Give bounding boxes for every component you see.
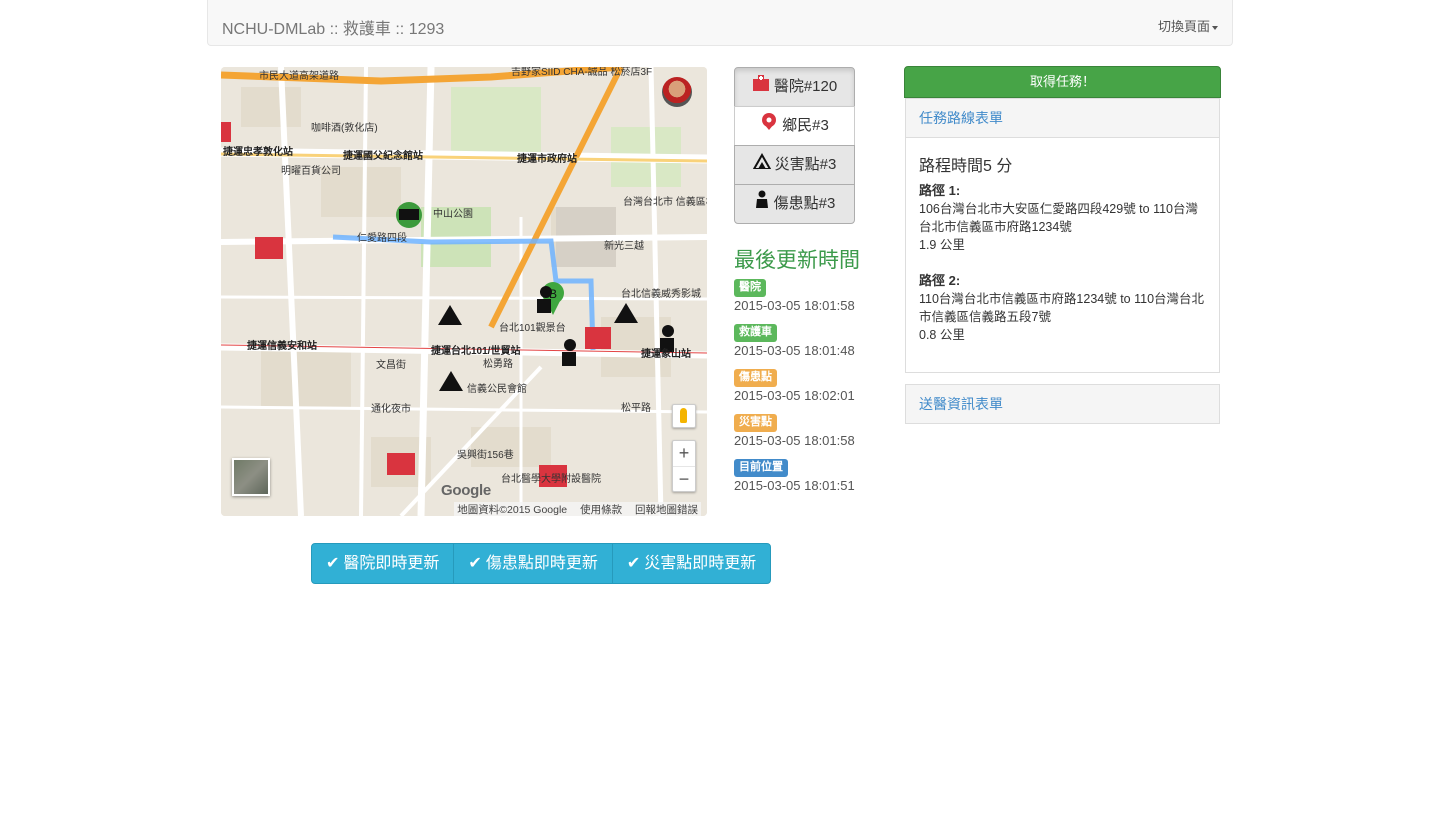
disaster-realtime-label: 災害點即時更新	[644, 555, 757, 572]
update-time: 2015-03-05 18:01:51	[734, 478, 855, 494]
label-taipei101: 台北101觀景台	[499, 321, 566, 334]
get-task-button[interactable]: 取得任務！	[904, 66, 1221, 98]
label-convention: 信義公民會館	[467, 382, 527, 395]
route-segment-head: 路徑 1:	[919, 183, 961, 198]
realtime-update-buttons: ✔ 醫院即時更新 ✔ 傷患點即時更新 ✔ 災害點即時更新	[311, 543, 772, 584]
route-segment-desc: 110台灣台北市信義區市府路1234號 to 110台灣台北市信義區信義路五段7…	[919, 292, 1205, 324]
switch-page-label: 切換頁面	[1157, 19, 1210, 34]
status-badge: 救護車	[734, 324, 777, 343]
report-error-link[interactable]: 回報地圖錯誤	[635, 504, 698, 516]
label-mingyao: 明曜百貨公司	[281, 164, 341, 177]
route-segment: 路徑 2: 110台灣台北市信義區市府路1234號 to 110台灣台北市信義區…	[919, 272, 1206, 344]
citizen-pin-icon	[760, 107, 778, 145]
user-avatar[interactable]	[662, 77, 692, 107]
update-hospital: 醫院 2015-03-05 18:01:58	[734, 278, 855, 313]
layer-button-group: 醫院#120 鄉民#3 災害點#3 傷患點#3	[734, 67, 855, 224]
route-segment: 路徑 1: 106台灣台北市大安區仁愛路四段429號 to 110台灣台北市信義…	[919, 182, 1206, 254]
patient-layer-label: 傷患點#3	[773, 195, 836, 212]
zoom-in-button[interactable]: +	[673, 441, 695, 467]
status-badge: 目前位置	[734, 459, 788, 478]
route-segment-head: 路徑 2:	[919, 273, 961, 288]
label-wenchang: 文昌街	[376, 358, 406, 371]
fire-icon	[751, 146, 772, 184]
status-badge: 醫院	[734, 279, 766, 298]
update-disaster: 災害點 2015-03-05 18:01:58	[734, 413, 855, 448]
update-time: 2015-03-05 18:01:58	[734, 298, 855, 314]
route-panel: 任務路線表單 路程時間5 分 路徑 1: 106台灣台北市大安區仁愛路四段429…	[905, 98, 1220, 373]
update-ambulance: 救護車 2015-03-05 18:01:48	[734, 323, 855, 358]
brand-title[interactable]: NCHU-DMLab :: 救護車 :: 1293	[222, 15, 444, 39]
label-vieshow: 台北信義威秀影城	[621, 287, 701, 300]
google-logo: Google	[441, 482, 491, 499]
label-taipei101-station: 捷運台北101/世貿站	[431, 344, 520, 357]
check-icon: ✔	[626, 555, 641, 572]
update-time: 2015-03-05 18:01:48	[734, 343, 855, 359]
check-icon: ✔	[468, 555, 482, 572]
label-tonghua-market: 通化夜市	[371, 402, 411, 415]
update-time: 2015-03-05 18:02:01	[734, 388, 855, 404]
map-footer: 地圖資料©2015 Google 使用條款 回報地圖錯誤	[454, 502, 701, 516]
label-songyong: 松勇路	[483, 357, 513, 370]
hospital-icon	[752, 68, 770, 106]
label-zhongxiao-dunhua-station: 捷運忠孝敦化站	[223, 145, 293, 158]
hospital-layer-button[interactable]: 醫院#120	[734, 67, 855, 107]
route-segment-distance: 0.8 公里	[919, 328, 965, 342]
hospital-layer-label: 醫院#120	[773, 78, 838, 95]
citizen-layer-label: 鄉民#3	[782, 117, 829, 134]
last-update-title: 最後更新時間	[734, 249, 860, 272]
update-patient: 傷患點 2015-03-05 18:02:01	[734, 368, 855, 403]
route-segment-desc: 106台灣台北市大安區仁愛路四段429號 to 110台灣台北市信義區市府路12…	[919, 202, 1199, 234]
label-xinyi-anhe-station: 捷運信義安和站	[247, 339, 317, 352]
label-tmu-hospital: 台北醫學大學附設醫院	[501, 472, 601, 485]
label-cityhall-station: 捷運市政府站	[517, 152, 577, 165]
update-time: 2015-03-05 18:01:58	[734, 433, 855, 449]
label-wuxing: 吳興街156巷	[457, 448, 514, 461]
medical-panel: 送醫資訊表單	[905, 384, 1220, 424]
zoom-out-button[interactable]: −	[673, 467, 695, 492]
satellite-toggle-button[interactable]	[232, 458, 270, 496]
route-panel-title[interactable]: 任務路線表單	[906, 99, 1219, 137]
status-badge: 災害點	[734, 414, 777, 433]
hospital-realtime-label: 醫院即時更新	[343, 555, 440, 572]
label-xiangshan-station: 捷運象山站	[641, 347, 691, 360]
check-icon: ✔	[326, 555, 340, 572]
patient-icon	[754, 185, 770, 223]
route-segment-distance: 1.9 公里	[919, 238, 965, 252]
map[interactable]: B 市民大道高架道路 咖啡酒(敦化店) 明曜百貨公司 中山公園 台灣台北市 信義…	[221, 67, 707, 516]
map-canvas[interactable]: B 市民大道高架道路 咖啡酒(敦化店) 明曜百貨公司 中山公園 台灣台北市 信義…	[221, 67, 707, 516]
label-expressway: 市民大道高架道路	[259, 69, 339, 82]
patient-realtime-button[interactable]: ✔ 傷患點即時更新	[453, 543, 613, 584]
status-badge: 傷患點	[734, 369, 777, 388]
citizen-layer-button[interactable]: 鄉民#3	[734, 106, 855, 146]
hospital-realtime-button[interactable]: ✔ 醫院即時更新	[311, 543, 455, 584]
label-ren-ai-road: 仁愛路四段	[357, 231, 407, 244]
patient-realtime-label: 傷患點即時更新	[485, 555, 598, 572]
label-sun-yatsen-station: 捷運國父紀念館站	[343, 149, 423, 162]
switch-page-menu[interactable]: 切換頁面	[1158, 16, 1218, 35]
label-songping-road: 松平路	[621, 401, 651, 414]
terms-link[interactable]: 使用條款	[580, 504, 622, 516]
caret-down-icon	[1212, 25, 1218, 30]
map-data-credit: 地圖資料©2015 Google	[457, 504, 568, 516]
label-zhongshan-park: 中山公園	[433, 207, 473, 220]
route-time: 路程時間5 分	[919, 158, 1013, 175]
disaster-realtime-button[interactable]: ✔ 災害點即時更新	[611, 543, 772, 584]
label-cafe: 咖啡酒(敦化店)	[311, 121, 378, 134]
route-panel-body: 路程時間5 分 路徑 1: 106台灣台北市大安區仁愛路四段429號 to 11…	[906, 137, 1219, 372]
label-cityhall: 台灣台北市 信義區松高路	[623, 195, 707, 208]
zoom-control: + −	[672, 440, 696, 492]
disaster-layer-button[interactable]: 災害點#3	[734, 145, 855, 185]
disaster-layer-label: 災害點#3	[774, 156, 837, 173]
street-view-pegman-icon[interactable]	[672, 404, 696, 428]
label-bistro: 吉野家SIID CHA-誠品 松菸店3F	[511, 67, 652, 78]
update-current-location: 目前位置 2015-03-05 18:01:51	[734, 458, 855, 493]
medical-panel-title[interactable]: 送醫資訊表單	[906, 385, 1219, 423]
ambulance-icon	[396, 202, 422, 228]
label-shin-kong: 新光三越	[604, 239, 644, 252]
navbar: NCHU-DMLab :: 救護車 :: 1293 切換頁面	[207, 0, 1233, 46]
patient-layer-button[interactable]: 傷患點#3	[734, 184, 855, 224]
